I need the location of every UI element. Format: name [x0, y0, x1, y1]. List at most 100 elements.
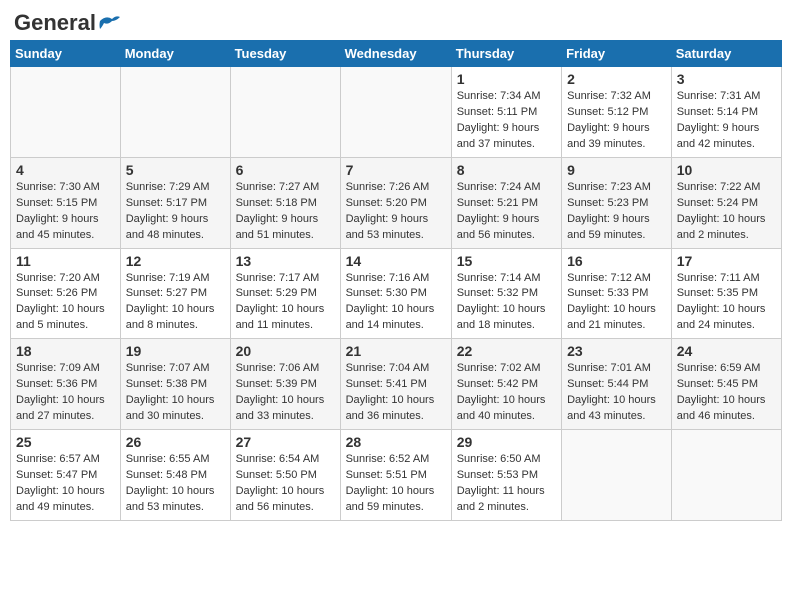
day-info: Sunrise: 7:22 AM Sunset: 5:24 PM Dayligh…	[677, 180, 776, 244]
day-number: 8	[457, 162, 556, 178]
day-info: Sunrise: 7:31 AM Sunset: 5:14 PM Dayligh…	[677, 89, 776, 153]
calendar-cell: 16 Sunrise: 7:12 AM Sunset: 5:33 PM Dayli…	[562, 248, 672, 339]
col-header-friday: Friday	[562, 41, 672, 67]
day-number: 15	[457, 253, 556, 269]
calendar-week-row: 1 Sunrise: 7:34 AM Sunset: 5:11 PM Daylig…	[11, 67, 782, 158]
calendar-week-row: 18 Sunrise: 7:09 AM Sunset: 5:36 PM Dayli…	[11, 339, 782, 430]
logo-bird-icon	[98, 13, 120, 31]
calendar-cell: 7 Sunrise: 7:26 AM Sunset: 5:20 PM Daylig…	[340, 157, 451, 248]
day-info: Sunrise: 7:26 AM Sunset: 5:20 PM Dayligh…	[346, 180, 446, 244]
calendar-cell: 20 Sunrise: 7:06 AM Sunset: 5:39 PM Dayli…	[230, 339, 340, 430]
calendar-cell: 17 Sunrise: 7:11 AM Sunset: 5:35 PM Dayli…	[671, 248, 781, 339]
calendar-cell: 13 Sunrise: 7:17 AM Sunset: 5:29 PM Dayli…	[230, 248, 340, 339]
calendar-cell: 6Sunrise: 7:27 AM Sunset: 5:18 PM Daylig…	[230, 157, 340, 248]
calendar-cell: 22Sunrise: 7:02 AM Sunset: 5:42 PM Dayli…	[451, 339, 561, 430]
col-header-saturday: Saturday	[671, 41, 781, 67]
day-number: 7	[346, 162, 446, 178]
day-info: Sunrise: 6:50 AM Sunset: 5:53 PM Dayligh…	[457, 452, 556, 516]
day-number: 26	[126, 434, 225, 450]
day-info: Sunrise: 7:23 AM Sunset: 5:23 PM Dayligh…	[567, 180, 666, 244]
day-number: 9	[567, 162, 666, 178]
day-number: 17	[677, 253, 776, 269]
col-header-thursday: Thursday	[451, 41, 561, 67]
calendar-cell: 27 Sunrise: 6:54 AM Sunset: 5:50 PM Dayli…	[230, 430, 340, 521]
calendar-cell: 1 Sunrise: 7:34 AM Sunset: 5:11 PM Daylig…	[451, 67, 561, 158]
calendar-cell: 19 Sunrise: 7:07 AM Sunset: 5:38 PM Dayli…	[120, 339, 230, 430]
day-info: Sunrise: 7:16 AM Sunset: 5:30 PM Dayligh…	[346, 271, 446, 335]
day-info: Sunrise: 7:04 AM Sunset: 5:41 PM Dayligh…	[346, 361, 446, 425]
calendar-cell: 24 Sunrise: 6:59 AM Sunset: 5:45 PM Dayli…	[671, 339, 781, 430]
logo: General	[14, 10, 120, 32]
calendar-cell: 3 Sunrise: 7:31 AM Sunset: 5:14 PM Daylig…	[671, 67, 781, 158]
day-info: Sunrise: 7:11 AM Sunset: 5:35 PM Dayligh…	[677, 271, 776, 335]
day-number: 28	[346, 434, 446, 450]
day-info: Sunrise: 6:59 AM Sunset: 5:45 PM Dayligh…	[677, 361, 776, 425]
day-number: 25	[16, 434, 115, 450]
day-info: Sunrise: 6:57 AM Sunset: 5:47 PM Dayligh…	[16, 452, 115, 516]
calendar-cell: 29 Sunrise: 6:50 AM Sunset: 5:53 PM Dayli…	[451, 430, 561, 521]
day-number: 20	[236, 343, 335, 359]
day-info: Sunrise: 6:55 AM Sunset: 5:48 PM Dayligh…	[126, 452, 225, 516]
day-number: 18	[16, 343, 115, 359]
day-number: 13	[236, 253, 335, 269]
calendar-cell: 15 Sunrise: 7:14 AM Sunset: 5:32 PM Dayli…	[451, 248, 561, 339]
page-header: General	[10, 10, 782, 32]
day-info: Sunrise: 7:14 AM Sunset: 5:32 PM Dayligh…	[457, 271, 556, 335]
calendar-cell: 28 Sunrise: 6:52 AM Sunset: 5:51 PM Dayli…	[340, 430, 451, 521]
calendar-week-row: 11 Sunrise: 7:20 AM Sunset: 5:26 PM Dayli…	[11, 248, 782, 339]
day-info: Sunrise: 6:52 AM Sunset: 5:51 PM Dayligh…	[346, 452, 446, 516]
col-header-sunday: Sunday	[11, 41, 121, 67]
day-info: Sunrise: 7:17 AM Sunset: 5:29 PM Dayligh…	[236, 271, 335, 335]
calendar-header-row: SundayMondayTuesdayWednesdayThursdayFrid…	[11, 41, 782, 67]
calendar-cell: 26 Sunrise: 6:55 AM Sunset: 5:48 PM Dayli…	[120, 430, 230, 521]
day-number: 19	[126, 343, 225, 359]
calendar-cell	[562, 430, 672, 521]
day-number: 3	[677, 71, 776, 87]
calendar-cell: 9 Sunrise: 7:23 AM Sunset: 5:23 PM Daylig…	[562, 157, 672, 248]
day-info: Sunrise: 7:12 AM Sunset: 5:33 PM Dayligh…	[567, 271, 666, 335]
day-info: Sunrise: 7:24 AM Sunset: 5:21 PM Dayligh…	[457, 180, 556, 244]
calendar-cell	[120, 67, 230, 158]
day-info: Sunrise: 7:01 AM Sunset: 5:44 PM Dayligh…	[567, 361, 666, 425]
day-info: Sunrise: 7:34 AM Sunset: 5:11 PM Dayligh…	[457, 89, 556, 153]
calendar-week-row: 25 Sunrise: 6:57 AM Sunset: 5:47 PM Dayli…	[11, 430, 782, 521]
day-number: 14	[346, 253, 446, 269]
day-info: Sunrise: 7:32 AM Sunset: 5:12 PM Dayligh…	[567, 89, 666, 153]
calendar-cell: 21 Sunrise: 7:04 AM Sunset: 5:41 PM Dayli…	[340, 339, 451, 430]
calendar-cell	[671, 430, 781, 521]
calendar-cell	[230, 67, 340, 158]
day-info: Sunrise: 7:07 AM Sunset: 5:38 PM Dayligh…	[126, 361, 225, 425]
col-header-monday: Monday	[120, 41, 230, 67]
calendar-cell: 12 Sunrise: 7:19 AM Sunset: 5:27 PM Dayli…	[120, 248, 230, 339]
day-number: 5	[126, 162, 225, 178]
calendar-week-row: 4 Sunrise: 7:30 AM Sunset: 5:15 PM Daylig…	[11, 157, 782, 248]
calendar-table: SundayMondayTuesdayWednesdayThursdayFrid…	[10, 40, 782, 521]
calendar-cell	[11, 67, 121, 158]
day-info: Sunrise: 6:54 AM Sunset: 5:50 PM Dayligh…	[236, 452, 335, 516]
day-number: 16	[567, 253, 666, 269]
day-number: 2	[567, 71, 666, 87]
day-number: 29	[457, 434, 556, 450]
day-number: 27	[236, 434, 335, 450]
day-info: Sunrise: 7:27 AM Sunset: 5:18 PM Dayligh…	[236, 180, 335, 244]
day-info: Sunrise: 7:19 AM Sunset: 5:27 PM Dayligh…	[126, 271, 225, 335]
day-info: Sunrise: 7:06 AM Sunset: 5:39 PM Dayligh…	[236, 361, 335, 425]
col-header-wednesday: Wednesday	[340, 41, 451, 67]
day-info: Sunrise: 7:30 AM Sunset: 5:15 PM Dayligh…	[16, 180, 115, 244]
calendar-cell: 5Sunrise: 7:29 AM Sunset: 5:17 PM Daylig…	[120, 157, 230, 248]
calendar-cell: 23Sunrise: 7:01 AM Sunset: 5:44 PM Dayli…	[562, 339, 672, 430]
day-number: 22	[457, 343, 556, 359]
calendar-cell: 11 Sunrise: 7:20 AM Sunset: 5:26 PM Dayli…	[11, 248, 121, 339]
day-number: 4	[16, 162, 115, 178]
calendar-cell: 14 Sunrise: 7:16 AM Sunset: 5:30 PM Dayli…	[340, 248, 451, 339]
day-number: 21	[346, 343, 446, 359]
day-info: Sunrise: 7:20 AM Sunset: 5:26 PM Dayligh…	[16, 271, 115, 335]
calendar-cell: 25 Sunrise: 6:57 AM Sunset: 5:47 PM Dayli…	[11, 430, 121, 521]
calendar-cell: 18 Sunrise: 7:09 AM Sunset: 5:36 PM Dayli…	[11, 339, 121, 430]
day-info: Sunrise: 7:09 AM Sunset: 5:36 PM Dayligh…	[16, 361, 115, 425]
day-number: 1	[457, 71, 556, 87]
col-header-tuesday: Tuesday	[230, 41, 340, 67]
day-number: 11	[16, 253, 115, 269]
day-number: 12	[126, 253, 225, 269]
day-number: 24	[677, 343, 776, 359]
